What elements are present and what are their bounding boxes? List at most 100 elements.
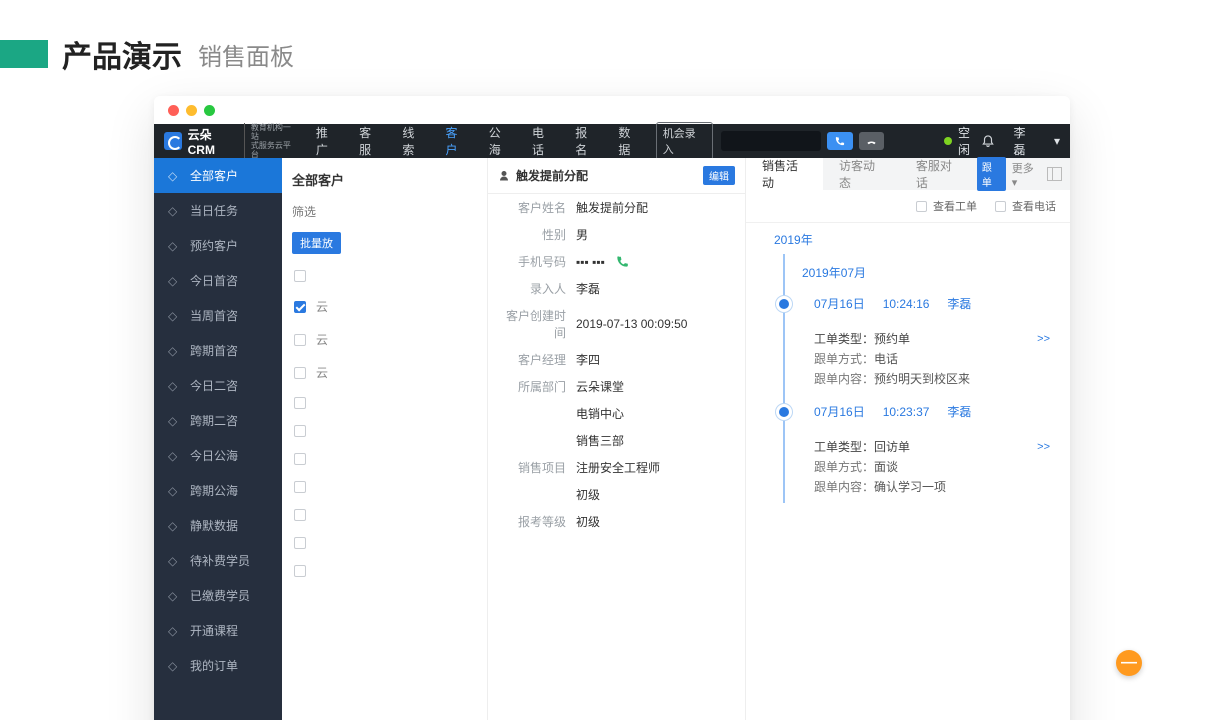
activity-panel: 销售活动访客动态客服对话 跟单 更多 ▾ 查看工单 查看电话 2019年 201… [746, 158, 1070, 720]
nav-线索[interactable]: 线索 [394, 120, 433, 162]
checkbox[interactable] [294, 367, 306, 379]
timeline-user[interactable]: 李磊 [947, 403, 971, 420]
sidebar-item-我的订单[interactable]: ◇我的订单 [154, 648, 282, 683]
check-icon: ◇ [168, 204, 180, 218]
phone-icon[interactable] [615, 255, 629, 269]
sidebar-item-开通课程[interactable]: ◇开通课程 [154, 613, 282, 648]
nav-客服[interactable]: 客服 [351, 120, 390, 162]
expand-button[interactable]: >> [1037, 441, 1050, 453]
timeline-date: 07月16日 [814, 403, 865, 420]
checkbox[interactable] [294, 509, 306, 521]
window-min-dot[interactable] [186, 105, 197, 116]
timeline-year: 2019年 [774, 225, 1050, 254]
course-icon: ◇ [168, 624, 180, 638]
opportunity-button[interactable]: 机会录入 [656, 122, 713, 160]
expand-button[interactable]: >> [1037, 333, 1050, 345]
top-nav: 推广客服线索客户公海电话报名数据 [308, 120, 650, 162]
hangup-button[interactable] [859, 132, 885, 150]
activity-filters: 查看工单 查看电话 [746, 190, 1070, 223]
list-item[interactable] [292, 445, 477, 473]
sidebar-item-跨期公海[interactable]: ◇跨期公海 [154, 473, 282, 508]
checkbox[interactable] [294, 334, 306, 346]
tab-销售活动[interactable]: 销售活动 [746, 158, 823, 190]
checkbox[interactable] [294, 453, 306, 465]
checkbox[interactable] [294, 301, 306, 313]
nav-推广[interactable]: 推广 [308, 120, 347, 162]
tab-客服对话[interactable]: 客服对话 [900, 158, 977, 190]
sidebar: ◇全部客户◇当日任务◇预约客户◇今日首咨◇当周首咨◇跨期首咨◇今日二咨◇跨期二咨… [154, 158, 282, 720]
list-item[interactable] [292, 473, 477, 501]
app-window: 云朵CRM 教育机构一站 式服务云平台 推广客服线索客户公海电话报名数据 机会录… [154, 96, 1070, 720]
nav-电话[interactable]: 电话 [524, 120, 563, 162]
follow-tag[interactable]: 跟单 [977, 157, 1006, 191]
list-item[interactable] [292, 557, 477, 585]
activity-timeline: 2019年 2019年07月 07月16日10:24:16李磊工单类型：预约单>… [746, 223, 1070, 523]
sidebar-item-今日公海[interactable]: ◇今日公海 [154, 438, 282, 473]
sidebar-item-已缴费学员[interactable]: ◇已缴费学员 [154, 578, 282, 613]
user-icon: ◇ [168, 239, 180, 253]
activity-tabs: 销售活动访客动态客服对话 跟单 更多 ▾ [746, 158, 1070, 190]
customer-list-heading: 全部客户 [292, 170, 477, 189]
help-fab[interactable]: — [1116, 650, 1142, 676]
bell-icon[interactable] [981, 133, 995, 150]
sidebar-item-待补费学员[interactable]: ◇待补费学员 [154, 543, 282, 578]
detail-field: 所属部门云朵课堂 [488, 373, 745, 400]
checkbox[interactable] [294, 565, 306, 577]
sidebar-item-静默数据[interactable]: ◇静默数据 [154, 508, 282, 543]
list-item[interactable]: 云 [292, 323, 477, 356]
brand-sub: 教育机构一站 式服务云平台 [244, 123, 298, 159]
more-menu[interactable]: 更多 ▾ [1012, 160, 1041, 189]
timeline-item: 07月16日10:23:37李磊工单类型：回访单>>跟单方式：面谈跟单内容：确认… [774, 395, 1050, 503]
chevron-down-icon[interactable]: ▾ [1054, 134, 1060, 148]
window-max-dot[interactable] [204, 105, 215, 116]
checkbox[interactable] [294, 425, 306, 437]
chat-icon: ◇ [168, 344, 180, 358]
user-name[interactable]: 李磊 [1013, 124, 1036, 158]
tab-访客动态[interactable]: 访客动态 [823, 158, 900, 190]
customer-detail-panel: 触发提前分配 编辑 客户姓名触发提前分配性别男手机号码▪▪▪ ▪▪▪录入人李磊客… [488, 158, 746, 720]
nav-客户[interactable]: 客户 [438, 120, 477, 162]
sidebar-item-预约客户[interactable]: ◇预约客户 [154, 228, 282, 263]
nav-公海[interactable]: 公海 [481, 120, 520, 162]
filter-ticket[interactable]: 查看工单 [916, 198, 977, 214]
sidebar-item-全部客户[interactable]: ◇全部客户 [154, 158, 282, 193]
list-item[interactable]: 云 [292, 356, 477, 389]
list-item[interactable] [292, 262, 477, 290]
timeline-user[interactable]: 李磊 [947, 295, 971, 312]
filter-call[interactable]: 查看电话 [995, 198, 1056, 214]
sidebar-item-当周首咨[interactable]: ◇当周首咨 [154, 298, 282, 333]
timeline-node-icon [779, 407, 789, 417]
list-item[interactable]: 云 [292, 290, 477, 323]
checkbox[interactable] [294, 270, 306, 282]
detail-field: 录入人李磊 [488, 275, 745, 302]
list-item[interactable] [292, 417, 477, 445]
fee-icon: ◇ [168, 554, 180, 568]
batch-release-button[interactable]: 批量放 [292, 232, 341, 254]
sidebar-item-今日二咨[interactable]: ◇今日二咨 [154, 368, 282, 403]
sidebar-item-今日首咨[interactable]: ◇今日首咨 [154, 263, 282, 298]
user-icon: ◇ [168, 169, 180, 183]
layout-icon[interactable] [1047, 167, 1062, 181]
checkbox[interactable] [294, 537, 306, 549]
filter-label[interactable]: 筛选 [292, 203, 477, 220]
checkbox[interactable] [294, 397, 306, 409]
checkbox[interactable] [294, 481, 306, 493]
search-input[interactable] [721, 131, 821, 151]
sidebar-item-当日任务[interactable]: ◇当日任务 [154, 193, 282, 228]
window-close-dot[interactable] [168, 105, 179, 116]
list-item[interactable] [292, 501, 477, 529]
nav-报名[interactable]: 报名 [567, 120, 606, 162]
call-button[interactable] [827, 132, 853, 150]
edit-button[interactable]: 编辑 [703, 166, 735, 185]
detail-field: 性别男 [488, 221, 745, 248]
sidebar-item-跨期二咨[interactable]: ◇跨期二咨 [154, 403, 282, 438]
person-icon [498, 170, 510, 182]
detail-field: 销售三部 [488, 427, 745, 454]
agent-status[interactable]: 空闲 [944, 124, 981, 158]
list-item[interactable] [292, 389, 477, 417]
slide: 产品演示 销售面板 云朵CRM 教育机构一站 式服务云平台 推广客服线索客户公海… [0, 0, 1210, 720]
list-item[interactable] [292, 529, 477, 557]
timeline-time: 10:23:37 [883, 405, 930, 419]
sidebar-item-跨期首咨[interactable]: ◇跨期首咨 [154, 333, 282, 368]
nav-数据[interactable]: 数据 [610, 120, 649, 162]
